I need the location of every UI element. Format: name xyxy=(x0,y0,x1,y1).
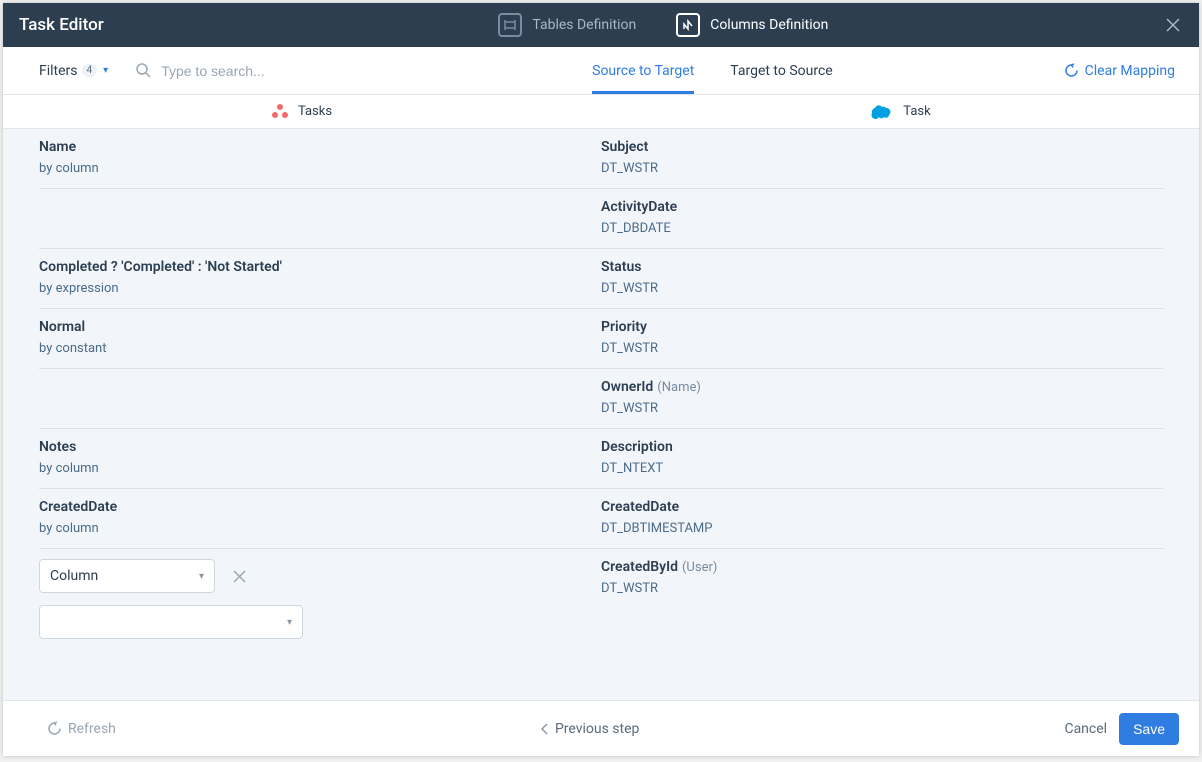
tab-columns-definition[interactable]: Columns Definition xyxy=(676,13,828,37)
filters-count-badge: 4 xyxy=(82,64,98,77)
clear-mapping-button[interactable]: Clear Mapping xyxy=(1064,63,1175,79)
save-button[interactable]: Save xyxy=(1119,713,1179,745)
salesforce-icon xyxy=(869,104,893,120)
search-input[interactable] xyxy=(161,63,361,79)
mapping-row[interactable]: Notesby column DescriptionDT_NTEXT xyxy=(39,429,1163,489)
column-select[interactable]: ▾ xyxy=(39,605,303,639)
mapping-row[interactable]: Normalby constant PriorityDT_WSTR xyxy=(39,309,1163,369)
chevron-down-icon: ▾ xyxy=(103,65,108,76)
mapping-type-select[interactable]: Column ▾ xyxy=(39,559,215,593)
tab-tables-definition[interactable]: Tables Definition xyxy=(498,13,636,37)
asana-icon xyxy=(272,104,288,120)
search-icon xyxy=(136,63,151,78)
mapping-row-editing: Column ▾ ▾ CreatedById(User) DT_WSTR xyxy=(39,549,1163,651)
toolbar: Filters 4 ▾ Source to Target Target to S… xyxy=(3,47,1199,95)
mapping-row[interactable]: Nameby column SubjectDT_WSTR xyxy=(39,129,1163,189)
tables-icon xyxy=(498,13,522,37)
filters-button[interactable]: Filters 4 ▾ xyxy=(39,63,108,79)
source-entity-label: Tasks xyxy=(3,95,601,128)
mapping-row[interactable]: Completed ? 'Completed' : 'Not Started'b… xyxy=(39,249,1163,309)
target-entity-label: Task xyxy=(601,95,1199,128)
close-icon[interactable] xyxy=(1163,15,1183,35)
clear-mapping-icon[interactable] xyxy=(233,570,246,583)
modal-header: Task Editor Tables Definition Columns De… xyxy=(3,3,1199,47)
modal-title: Task Editor xyxy=(19,15,104,35)
mapping-row[interactable]: CreatedDateby column CreatedDateDT_DBTIM… xyxy=(39,489,1163,549)
chevron-down-icon: ▾ xyxy=(199,571,204,582)
mapping-rows: DT_WSTR Nameby column SubjectDT_WSTR Act… xyxy=(3,129,1199,700)
refresh-button[interactable]: Refresh xyxy=(47,721,116,737)
chevron-down-icon: ▾ xyxy=(287,617,292,628)
cancel-button[interactable]: Cancel xyxy=(1064,721,1107,737)
previous-step-button[interactable]: Previous step xyxy=(116,721,1065,737)
tab-target-to-source[interactable]: Target to Source xyxy=(730,47,832,94)
footer: Refresh Previous step Cancel Save xyxy=(3,700,1199,756)
mapping-row[interactable]: OwnerId(Name)DT_WSTR xyxy=(39,369,1163,429)
entity-bar: Tasks Task xyxy=(3,95,1199,129)
columns-icon xyxy=(676,13,700,37)
mapping-row[interactable]: ActivityDateDT_DBDATE xyxy=(39,189,1163,249)
task-editor-modal: Task Editor Tables Definition Columns De… xyxy=(3,3,1199,756)
chevron-left-icon xyxy=(541,723,549,735)
tab-source-to-target[interactable]: Source to Target xyxy=(592,47,694,94)
